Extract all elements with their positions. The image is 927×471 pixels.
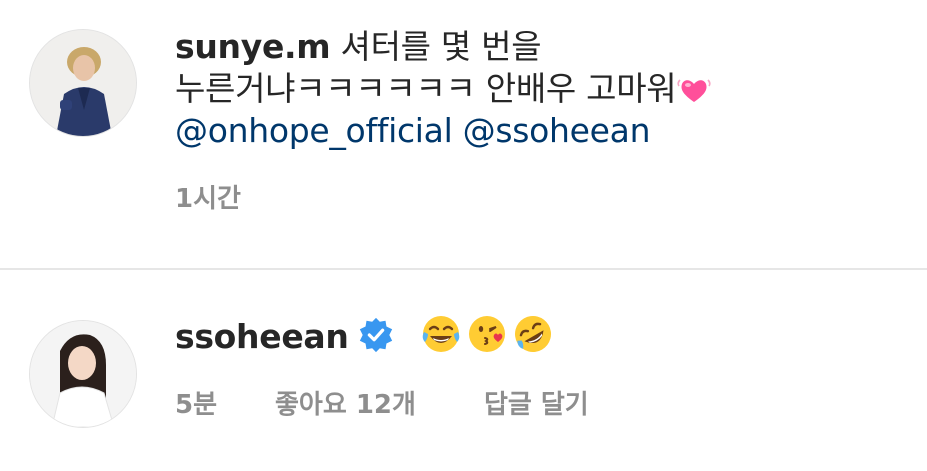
avatar[interactable] (29, 320, 137, 428)
mention-ssoheean[interactable]: @ssoheean (463, 111, 651, 150)
comment-username[interactable]: ssoheean (175, 317, 349, 356)
avatar-photo-icon (30, 30, 136, 136)
comment-username[interactable]: sunye.m (175, 27, 331, 66)
avatar[interactable] (29, 29, 137, 137)
comment-ssoheean: ssoheean 5분 좋아요 12개 답글 달기 (0, 270, 927, 471)
verified-badge-icon (359, 317, 392, 353)
comment-text: sunye.m 셔터를 몇 번을 누른거냐ㅋㅋㅋㅋㅋㅋ 안배우 고마워 @onh… (175, 26, 895, 152)
comment-body: ssoheean 5분 좋아요 12개 답글 달기 (175, 312, 895, 421)
comment-meta: 1시간 (175, 178, 895, 215)
growing-heart-icon (677, 79, 711, 102)
reply-button[interactable]: 답글 달기 (484, 384, 589, 421)
likes-count[interactable]: 좋아요 12개 (275, 384, 416, 421)
face-blowing-a-kiss-icon (468, 316, 505, 352)
face-with-tears-of-joy-icon (422, 316, 459, 352)
mention-onhope-official[interactable]: @onhope_official (175, 111, 453, 150)
comment-meta: 5분 좋아요 12개 답글 달기 (175, 384, 895, 421)
rolling-on-the-floor-laughing-icon (514, 316, 551, 352)
avatar-photo-icon (30, 321, 136, 427)
comment-sunye-m: sunye.m 셔터를 몇 번을 누른거냐ㅋㅋㅋㅋㅋㅋ 안배우 고마워 @onh… (0, 0, 927, 268)
comment-text: ssoheean (175, 312, 895, 358)
comment-time: 1시간 (175, 184, 241, 214)
comment-text-line2: 누른거냐ㅋㅋㅋㅋㅋㅋ 안배우 고마워 (175, 69, 677, 108)
comment-time: 5분 (175, 390, 218, 420)
comment-text-line1: 셔터를 몇 번을 (340, 27, 542, 66)
comment-body: sunye.m 셔터를 몇 번을 누른거냐ㅋㅋㅋㅋㅋㅋ 안배우 고마워 @onh… (175, 26, 895, 215)
